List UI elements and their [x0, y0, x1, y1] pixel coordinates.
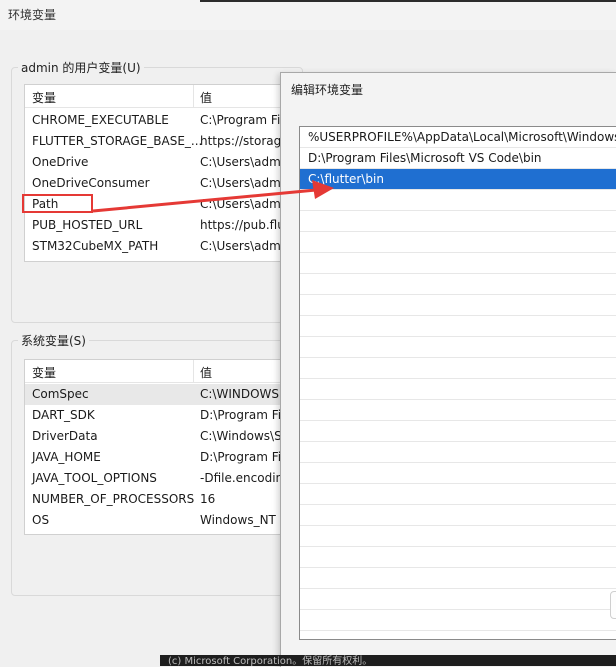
console-copyright-text: (c) Microsoft Corporation。保留所有权利。	[168, 656, 373, 666]
annotation-arrow-icon	[92, 180, 334, 213]
background-console-strip: (c) Microsoft Corporation。保留所有权利。	[160, 655, 616, 666]
